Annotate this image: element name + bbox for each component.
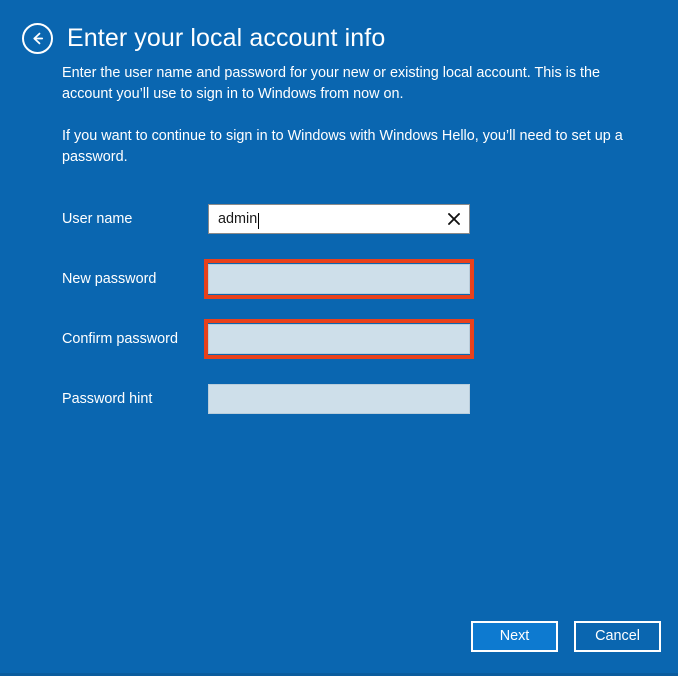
- next-button[interactable]: Next: [471, 621, 558, 652]
- cancel-button[interactable]: Cancel: [574, 621, 661, 652]
- confirm-password-input[interactable]: [208, 324, 470, 354]
- account-form: User name admin New password Confirm pas…: [62, 204, 482, 414]
- form-row-new-password: New password: [62, 259, 482, 299]
- page-description: Enter the user name and password for you…: [62, 63, 632, 168]
- user-name-value: admin: [218, 211, 445, 229]
- label-confirm-password: Confirm password: [62, 331, 178, 347]
- text-caret: [258, 213, 260, 229]
- description-paragraph-2: If you want to continue to sign in to Wi…: [62, 128, 623, 165]
- password-hint-input[interactable]: [208, 384, 470, 414]
- close-x-icon[interactable]: [445, 210, 463, 228]
- footer-button-bar: Next Cancel: [471, 621, 661, 652]
- field-wrap-user-name: admin: [208, 204, 470, 234]
- new-password-input[interactable]: [208, 264, 470, 294]
- back-arrow-circle-icon[interactable]: [22, 22, 53, 54]
- field-wrap-confirm-password: [204, 319, 474, 359]
- label-new-password: New password: [62, 271, 157, 287]
- field-wrap-password-hint: [208, 384, 470, 414]
- description-paragraph-1: Enter the user name and password for you…: [62, 65, 601, 102]
- form-row-confirm-password: Confirm password: [62, 319, 482, 359]
- label-user-name: User name: [62, 211, 133, 227]
- page-title: Enter your local account info: [67, 23, 386, 52]
- form-row-password-hint: Password hint: [62, 384, 482, 414]
- user-name-input[interactable]: admin: [208, 204, 470, 234]
- oobe-local-account-page: Enter your local account info Enter the …: [0, 0, 678, 676]
- form-row-user-name: User name admin: [62, 204, 482, 234]
- page-header: Enter your local account info: [22, 18, 385, 58]
- field-wrap-new-password: [204, 259, 474, 299]
- label-password-hint: Password hint: [62, 391, 153, 407]
